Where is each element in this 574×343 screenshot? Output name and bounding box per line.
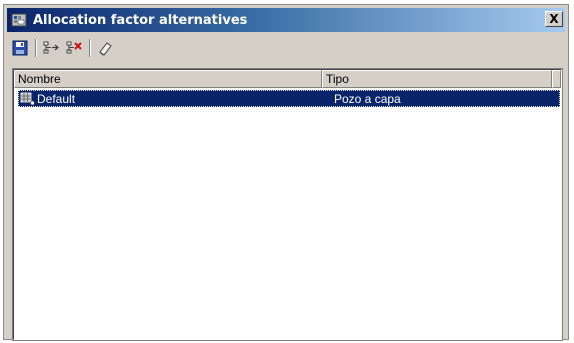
alternatives-list[interactable]: Nombre Tipo Default Pozo a capa: [12, 68, 563, 341]
column-header-tipo[interactable]: Tipo: [322, 70, 552, 88]
close-button[interactable]: X: [545, 11, 563, 27]
add-alternative-button[interactable]: [40, 37, 62, 59]
toolbar-separator: [89, 39, 91, 57]
window-title: Allocation factor alternatives: [33, 12, 248, 28]
delete-alternative-button[interactable]: [63, 37, 85, 59]
tree-add-icon: [43, 41, 59, 54]
close-icon: X: [549, 12, 559, 26]
allocation-factor-dialog: Allocation factor alternatives X Nombre …: [3, 4, 569, 341]
eraser-button[interactable]: [94, 37, 116, 59]
allocation-grid-icon: [19, 91, 37, 107]
save-button[interactable]: [9, 37, 31, 59]
list-header: Nombre Tipo: [14, 70, 561, 88]
column-header-nombre[interactable]: Nombre: [14, 70, 322, 88]
title-bar[interactable]: Allocation factor alternatives X: [7, 8, 565, 32]
eraser-icon: [99, 42, 112, 56]
list-item[interactable]: Default Pozo a capa: [18, 90, 560, 107]
cell-tipo: Pozo a capa: [334, 91, 401, 106]
toolbar-separator: [35, 39, 37, 57]
toolbar: [9, 35, 563, 61]
tree-delete-icon: [66, 41, 82, 54]
column-header-filler: [552, 70, 561, 88]
app-icon: [10, 11, 28, 29]
floppy-disk-icon: [12, 40, 28, 56]
cell-nombre: Default: [37, 91, 76, 106]
